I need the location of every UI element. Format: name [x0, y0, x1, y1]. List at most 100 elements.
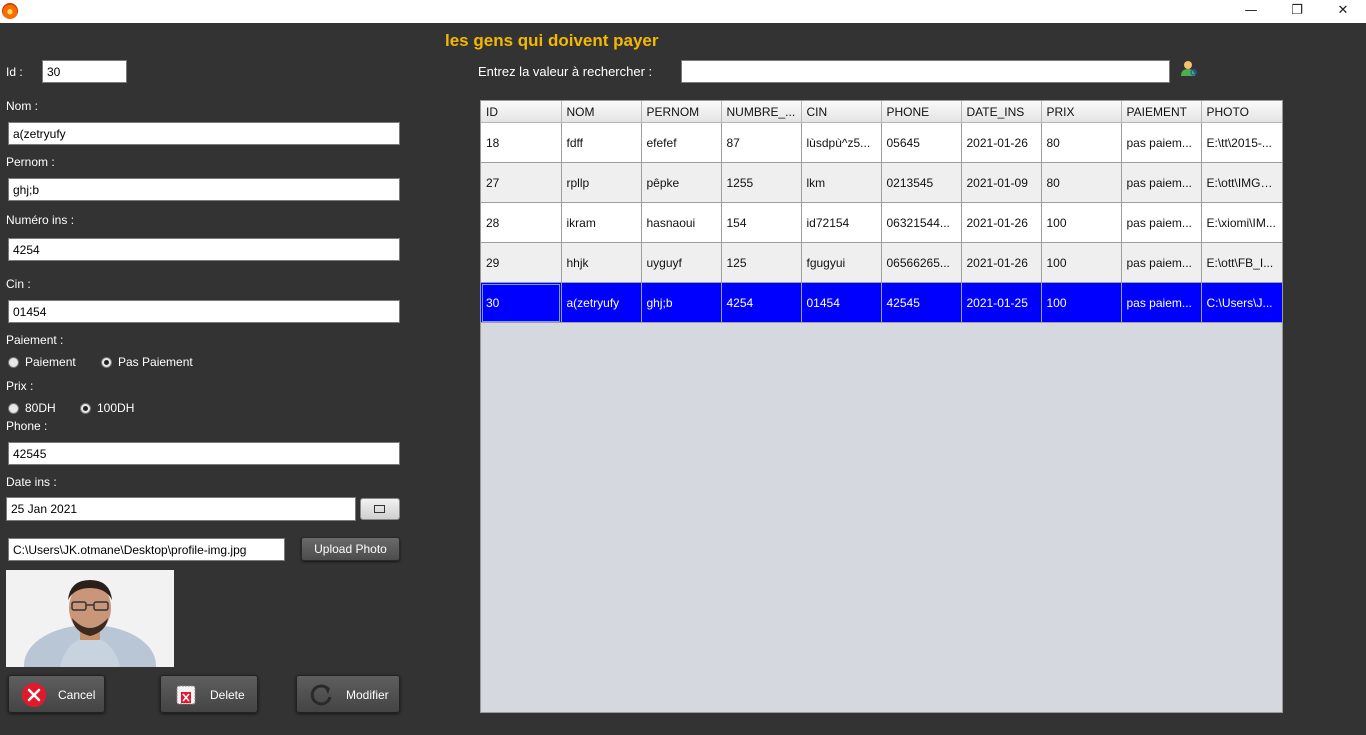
table-cell[interactable]: 100: [1041, 202, 1122, 243]
photo-path-field[interactable]: C:\Users\JK.otmane\Desktop\profile-img.j…: [8, 538, 285, 561]
table-cell[interactable]: C:\Users\J...: [1201, 282, 1282, 323]
table-cell[interactable]: 30: [481, 282, 562, 323]
records-table[interactable]: ID NOM PERNOM NUMBRE_... CIN PHONE DATE_INS PRI…: [480, 100, 1283, 713]
phone-field[interactable]: 42545: [8, 442, 400, 465]
cancel-label: Cancel: [58, 688, 96, 702]
column-header[interactable]: DATE_INS: [961, 101, 1042, 123]
radio-dot[interactable]: [8, 356, 19, 368]
table-cell[interactable]: hhjk: [561, 242, 642, 283]
table-cell[interactable]: 100: [1041, 282, 1122, 323]
table-cell[interactable]: pêpke: [641, 162, 722, 203]
table-cell[interactable]: lùsdpù^z5...: [801, 122, 882, 163]
records-grid[interactable]: ID NOM PERNOM NUMBRE_... CIN PHONE DATE_INS PRI…: [481, 101, 1282, 323]
delete-label: Delete: [210, 688, 245, 702]
minimize-button[interactable]: —: [1228, 0, 1274, 23]
column-header[interactable]: PERNOM: [641, 101, 722, 123]
table-cell[interactable]: a(zetryufy: [561, 282, 642, 323]
radio-100dh[interactable]: 100DH: [80, 401, 134, 415]
table-cell[interactable]: 18: [481, 122, 562, 163]
table-cell[interactable]: pas paiem...: [1121, 162, 1202, 203]
user-search-icon[interactable]: [1180, 60, 1198, 78]
table-row[interactable]: 27 rpllp pêpke 1255 lkm 0213545 2021-01-09 80 pa…: [481, 162, 1282, 203]
radio-80dh[interactable]: 80DH: [8, 401, 56, 415]
id-field[interactable]: 30: [42, 60, 127, 83]
table-cell[interactable]: 01454: [801, 282, 882, 323]
table-cell[interactable]: pas paiem...: [1121, 242, 1202, 283]
column-header[interactable]: NUMBRE_...: [721, 101, 802, 123]
date-label: Date ins :: [6, 475, 57, 489]
nom-field[interactable]: a(zetryufy: [8, 122, 400, 145]
search-label: Entrez la valeur à rechercher :: [478, 64, 653, 79]
table-cell[interactable]: fgugyui: [801, 242, 882, 283]
table-cell[interactable]: fdff: [561, 122, 642, 163]
table-row[interactable]: 18 fdff efefef 87 lùsdpù^z5... 05645 2021-01-2…: [481, 122, 1282, 163]
pernom-field[interactable]: ghj;b: [8, 178, 400, 201]
table-cell[interactable]: 28: [481, 202, 562, 243]
table-cell[interactable]: 06566265...: [881, 242, 962, 283]
table-cell[interactable]: ghj;b: [641, 282, 722, 323]
table-cell[interactable]: 0213545: [881, 162, 962, 203]
column-header[interactable]: PRIX: [1041, 101, 1122, 123]
table-cell[interactable]: 80: [1041, 162, 1122, 203]
table-cell[interactable]: 2021-01-25: [961, 282, 1042, 323]
radio-dot-selected[interactable]: [80, 402, 91, 414]
table-cell[interactable]: 125: [721, 242, 802, 283]
table-cell[interactable]: 2021-01-26: [961, 242, 1042, 283]
table-row[interactable]: 30 a(zetryufy ghj;b 4254 01454 42545 2021-01-2…: [481, 282, 1282, 323]
delete-icon: [176, 685, 196, 705]
numero-field[interactable]: 4254: [8, 238, 400, 261]
radio-paiement[interactable]: Paiement: [8, 355, 76, 369]
upload-photo-button[interactable]: Upload Photo: [301, 537, 400, 561]
table-cell[interactable]: E:\xiomi\IM...: [1201, 202, 1282, 243]
table-cell[interactable]: 2021-01-26: [961, 122, 1042, 163]
table-body[interactable]: 18 fdff efefef 87 lùsdpù^z5... 05645 2021-01-2…: [481, 122, 1282, 323]
table-cell[interactable]: efefef: [641, 122, 722, 163]
cancel-button[interactable]: Cancel: [8, 675, 105, 713]
table-cell[interactable]: 2021-01-09: [961, 162, 1042, 203]
table-cell[interactable]: 4254: [721, 282, 802, 323]
table-cell[interactable]: 1255: [721, 162, 802, 203]
table-cell[interactable]: lkm: [801, 162, 882, 203]
table-cell[interactable]: 80: [1041, 122, 1122, 163]
table-cell[interactable]: 100: [1041, 242, 1122, 283]
date-field[interactable]: 25 Jan 2021: [6, 497, 356, 521]
table-cell[interactable]: E:\ott\IMG_...: [1201, 162, 1282, 203]
table-cell[interactable]: uyguyf: [641, 242, 722, 283]
table-cell[interactable]: 42545: [881, 282, 962, 323]
table-row[interactable]: 29 hhjk uyguyf 125 fgugyui 06566265... 2021-01…: [481, 242, 1282, 283]
calendar-button[interactable]: [360, 498, 400, 520]
modifier-button[interactable]: Modifier: [296, 675, 400, 713]
table-cell[interactable]: 29: [481, 242, 562, 283]
table-cell[interactable]: E:\ott\FB_I...: [1201, 242, 1282, 283]
radio-pas-paiement[interactable]: Pas Paiement: [101, 355, 193, 369]
column-header[interactable]: CIN: [801, 101, 882, 123]
table-cell[interactable]: id72154: [801, 202, 882, 243]
column-header[interactable]: ID: [481, 101, 562, 123]
table-cell[interactable]: 2021-01-26: [961, 202, 1042, 243]
delete-button[interactable]: Delete: [160, 675, 258, 713]
table-cell[interactable]: 27: [481, 162, 562, 203]
search-input[interactable]: [681, 60, 1170, 83]
table-cell[interactable]: rpllp: [561, 162, 642, 203]
radio-dot-selected[interactable]: [101, 356, 112, 368]
table-cell[interactable]: 06321544...: [881, 202, 962, 243]
table-cell[interactable]: ikram: [561, 202, 642, 243]
table-cell[interactable]: hasnaoui: [641, 202, 722, 243]
column-header[interactable]: NOM: [561, 101, 642, 123]
table-cell[interactable]: 05645: [881, 122, 962, 163]
cin-field[interactable]: 01454: [8, 300, 400, 323]
radio-dot[interactable]: [8, 402, 19, 414]
column-header[interactable]: PHOTO: [1201, 101, 1282, 123]
table-row[interactable]: 28 ikram hasnaoui 154 id72154 06321544... 2021…: [481, 202, 1282, 243]
restore-button[interactable]: ❐: [1274, 0, 1320, 23]
table-cell[interactable]: pas paiem...: [1121, 122, 1202, 163]
modifier-label: Modifier: [346, 688, 389, 702]
column-header[interactable]: PHONE: [881, 101, 962, 123]
column-header[interactable]: PAIEMENT: [1121, 101, 1202, 123]
table-cell[interactable]: 87: [721, 122, 802, 163]
table-cell[interactable]: E:\tt\2015-...: [1201, 122, 1282, 163]
table-cell[interactable]: pas paiem...: [1121, 282, 1202, 323]
table-cell[interactable]: pas paiem...: [1121, 202, 1202, 243]
close-button[interactable]: ✕: [1320, 0, 1366, 23]
table-cell[interactable]: 154: [721, 202, 802, 243]
